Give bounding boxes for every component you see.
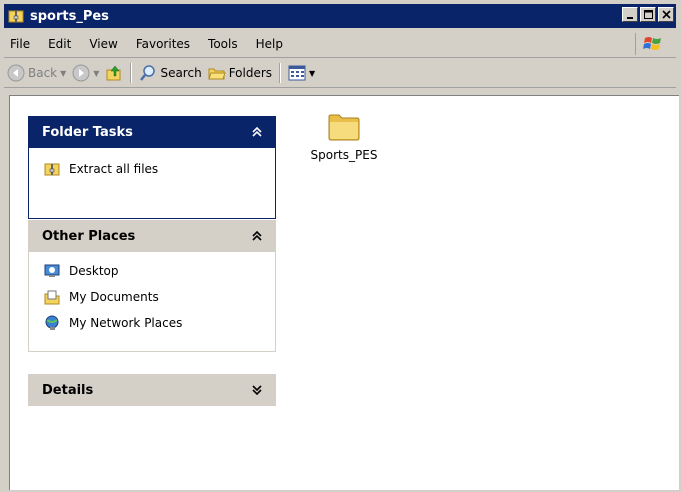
windows-logo-icon: [635, 33, 670, 55]
folders-button[interactable]: Folders: [205, 61, 275, 85]
window-title: sports_Pes: [30, 8, 109, 24]
details-panel: Details: [28, 374, 276, 406]
forward-arrow-icon: [72, 64, 90, 82]
place-desktop[interactable]: Desktop: [43, 258, 261, 284]
title-bar[interactable]: sports_Pes: [4, 4, 676, 28]
search-label: Search: [160, 66, 202, 80]
chevron-down-icon[interactable]: [252, 385, 262, 395]
other-places-panel: Other Places Desktop My Documents My Net…: [28, 220, 276, 352]
my-documents-icon: [43, 288, 61, 306]
task-label: Extract all files: [69, 162, 159, 176]
window-controls: [622, 7, 674, 22]
menu-file[interactable]: File: [4, 37, 39, 51]
place-label: My Network Places: [69, 316, 183, 330]
file-list: Sports_PES: [304, 110, 384, 162]
content-area: Folder Tasks Extract all files Other Pla…: [9, 95, 679, 490]
menu-favorites[interactable]: Favorites: [127, 37, 199, 51]
views-icon: [288, 65, 306, 81]
zip-folder-icon: [8, 10, 24, 23]
desktop-icon: [43, 262, 61, 280]
views-dropdown-icon[interactable]: ▼: [309, 69, 315, 78]
place-label: My Documents: [69, 290, 159, 304]
minimize-icon: [627, 16, 633, 19]
folders-icon: [207, 68, 226, 80]
forward-button[interactable]: ▼: [69, 61, 102, 85]
file-name: Sports_PES: [310, 148, 378, 162]
toolbar-separator: [130, 63, 133, 83]
menu-edit[interactable]: Edit: [39, 37, 80, 51]
folders-label: Folders: [228, 66, 273, 80]
task-pane: Folder Tasks Extract all files Other Pla…: [10, 96, 286, 490]
up-folder-icon: [106, 65, 121, 81]
folder-tasks-title: Folder Tasks: [42, 124, 133, 140]
standard-toolbar: Back ▼ ▼ Search Folders ▼: [4, 59, 676, 88]
search-button[interactable]: Search: [136, 61, 204, 85]
close-button[interactable]: [658, 7, 674, 22]
menu-view[interactable]: View: [80, 37, 126, 51]
details-header[interactable]: Details: [28, 374, 276, 406]
toolbar-separator: [279, 63, 282, 83]
place-my-network-places[interactable]: My Network Places: [43, 310, 261, 336]
other-places-body: Desktop My Documents My Network Places: [28, 252, 276, 352]
back-dropdown-icon[interactable]: ▼: [60, 69, 66, 78]
maximize-icon: [643, 10, 653, 19]
file-item-sports-pes[interactable]: Sports_PES: [304, 110, 384, 162]
folder-tasks-panel: Folder Tasks Extract all files: [28, 116, 276, 219]
menu-tools[interactable]: Tools: [199, 37, 247, 51]
up-button[interactable]: [102, 61, 126, 85]
back-label: Back: [28, 66, 58, 80]
back-arrow-icon: [7, 64, 25, 82]
place-my-documents[interactable]: My Documents: [43, 284, 261, 310]
task-extract-all-files[interactable]: Extract all files: [43, 156, 261, 182]
back-button[interactable]: Back ▼: [4, 61, 69, 85]
maximize-button[interactable]: [640, 7, 656, 22]
search-icon: [140, 65, 156, 81]
views-button[interactable]: ▼: [285, 61, 318, 85]
minimize-button[interactable]: [622, 7, 638, 22]
folder-tasks-body: Extract all files: [28, 148, 276, 219]
forward-dropdown-icon[interactable]: ▼: [93, 69, 99, 78]
menu-help[interactable]: Help: [247, 37, 292, 51]
chevron-up-icon[interactable]: [252, 127, 262, 137]
place-label: Desktop: [69, 264, 119, 278]
folder-icon: [328, 114, 360, 141]
menu-bar: File Edit View Favorites Tools Help: [4, 31, 676, 58]
details-title: Details: [42, 382, 94, 398]
close-icon: [661, 10, 671, 19]
other-places-header[interactable]: Other Places: [28, 220, 276, 252]
folder-tasks-header[interactable]: Folder Tasks: [28, 116, 276, 148]
chevron-up-icon[interactable]: [252, 231, 262, 241]
other-places-title: Other Places: [42, 228, 136, 244]
extract-zip-icon: [43, 160, 61, 178]
network-places-icon: [43, 314, 61, 332]
explorer-window: sports_Pes File Edit View Favorites Tool…: [0, 0, 681, 492]
